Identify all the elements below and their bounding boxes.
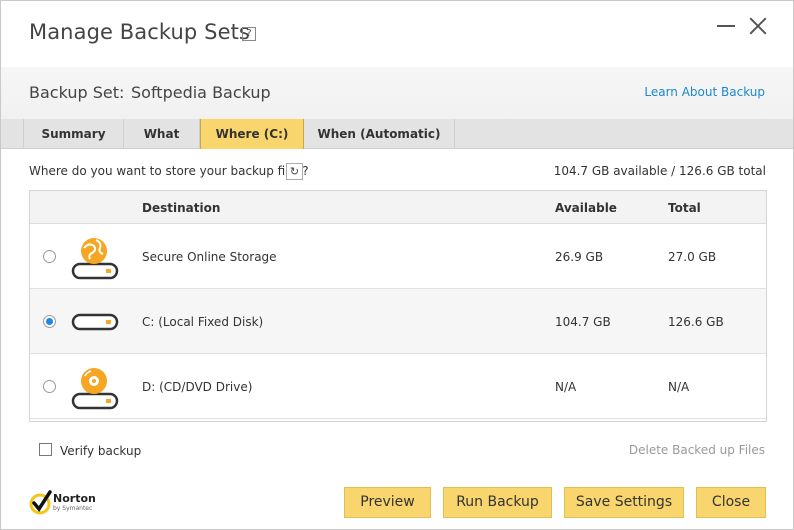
verify-backup-checkbox[interactable] bbox=[39, 443, 52, 456]
cd-dvd-drive-icon bbox=[71, 368, 119, 410]
column-header-total: Total bbox=[668, 201, 701, 215]
preview-button[interactable]: Preview bbox=[344, 487, 431, 518]
window-title: Manage Backup Sets bbox=[29, 20, 250, 44]
norton-check-icon bbox=[29, 490, 52, 515]
backup-set-name: Softpedia Backup bbox=[131, 83, 271, 102]
tab-summary[interactable]: Summary bbox=[23, 119, 124, 149]
title-bar: Manage Backup Sets ? bbox=[1, 1, 793, 67]
total-value: 27.0 GB bbox=[668, 250, 717, 264]
tab-when[interactable]: When (Automatic) bbox=[304, 119, 455, 149]
norton-logo-sub: by Symantec bbox=[53, 505, 93, 512]
column-header-available: Available bbox=[555, 201, 617, 215]
learn-about-backup-link[interactable]: Learn About Backup bbox=[644, 85, 765, 99]
run-backup-button[interactable]: Run Backup bbox=[443, 487, 552, 518]
delete-backed-up-files-link[interactable]: Delete Backed up Files bbox=[629, 443, 765, 457]
table-row[interactable]: D: (CD/DVD Drive) N/A N/A bbox=[30, 354, 766, 419]
online-storage-icon bbox=[71, 238, 119, 280]
backup-set-header: Backup Set: Softpedia Backup Learn About… bbox=[1, 67, 793, 119]
tab-where[interactable]: Where (C:) bbox=[200, 119, 304, 149]
manage-backup-sets-window: Manage Backup Sets ? Backup Set: Softped… bbox=[0, 0, 794, 530]
norton-logo-name: Norton bbox=[53, 492, 96, 505]
total-value: N/A bbox=[668, 380, 690, 394]
close-button[interactable]: Close bbox=[696, 487, 766, 518]
destination-name: C: (Local Fixed Disk) bbox=[142, 315, 264, 329]
storage-question: Where do you want to store your backup f… bbox=[29, 164, 309, 178]
backup-set-label: Backup Set: bbox=[29, 83, 125, 102]
available-value: 104.7 GB bbox=[555, 315, 611, 329]
space-summary: 104.7 GB available / 126.6 GB total bbox=[553, 164, 766, 178]
hard-disk-icon bbox=[71, 313, 119, 331]
refresh-icon[interactable]: ↻ bbox=[286, 163, 303, 180]
table-row[interactable]: C: (Local Fixed Disk) 104.7 GB 126.6 GB bbox=[30, 289, 766, 354]
help-icon[interactable]: ? bbox=[242, 27, 256, 41]
tab-what[interactable]: What bbox=[124, 119, 200, 149]
save-settings-button[interactable]: Save Settings bbox=[564, 487, 684, 518]
available-value: 26.9 GB bbox=[555, 250, 604, 264]
norton-logo: Norton by Symantec bbox=[29, 489, 109, 517]
destination-radio[interactable] bbox=[43, 250, 56, 263]
destination-table: Destination Available Total Secure Onlin… bbox=[29, 190, 767, 422]
destination-radio[interactable] bbox=[43, 315, 56, 328]
verify-backup-label[interactable]: Verify backup bbox=[60, 444, 141, 458]
available-value: N/A bbox=[555, 380, 577, 394]
table-header: Destination Available Total bbox=[30, 191, 766, 224]
destination-name: Secure Online Storage bbox=[142, 250, 277, 264]
minimize-button[interactable] bbox=[715, 15, 737, 37]
table-row[interactable]: Secure Online Storage 26.9 GB 27.0 GB bbox=[30, 224, 766, 289]
close-window-button[interactable] bbox=[747, 15, 769, 37]
total-value: 126.6 GB bbox=[668, 315, 724, 329]
destination-radio[interactable] bbox=[43, 380, 56, 393]
destination-name: D: (CD/DVD Drive) bbox=[142, 380, 253, 394]
column-header-destination: Destination bbox=[142, 201, 221, 215]
tab-bar: Summary What Where (C:) When (Automatic) bbox=[1, 119, 793, 149]
